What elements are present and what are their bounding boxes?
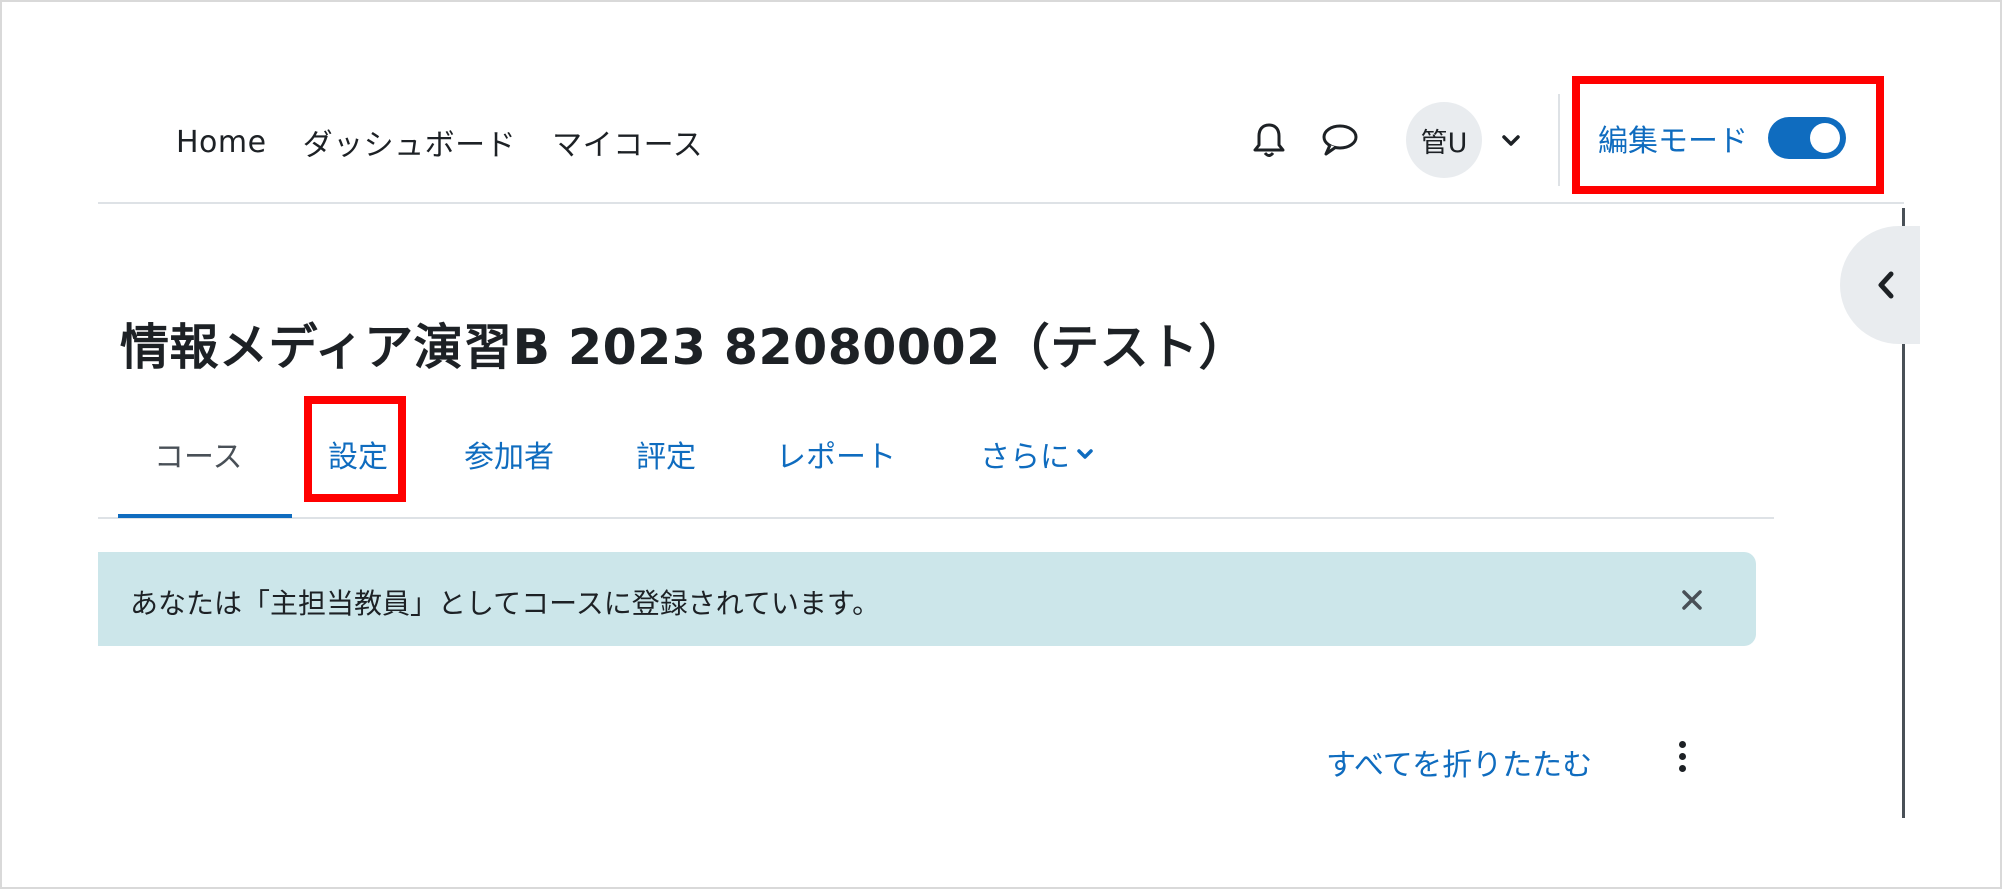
tab-more-label: さらに: [980, 440, 1070, 475]
enrolment-info-alert: あなたは「主担当教員」としてコースに登録されています。: [98, 552, 1756, 646]
nav-home-link[interactable]: Home: [176, 125, 267, 160]
user-menu-chevron-down-icon[interactable]: [1496, 126, 1526, 156]
chevron-down-icon: [1077, 449, 1093, 459]
toggle-knob: [1810, 123, 1840, 153]
messages-chat-icon[interactable]: [1316, 116, 1364, 164]
navbar-divider: [1558, 94, 1560, 186]
page-title: 情報メディア演習B 2023 82080002（テスト）: [120, 319, 1249, 376]
edit-mode-label: 編集モード: [1598, 124, 1748, 159]
tab-settings[interactable]: 設定: [328, 432, 388, 476]
kebab-dot: [1678, 740, 1686, 748]
page-frame: Home ダッシュボード マイコース 管U 編集モード 情報メディア演習B 20…: [0, 0, 2002, 889]
more-options-kebab-icon[interactable]: [1666, 734, 1698, 778]
kebab-dot: [1678, 752, 1686, 760]
edit-mode-switch[interactable]: 編集モード: [1598, 116, 1846, 160]
user-avatar[interactable]: 管U: [1406, 102, 1482, 178]
kebab-dot: [1678, 764, 1686, 772]
tab-course[interactable]: コース: [154, 432, 243, 476]
user-avatar-initials: 管U: [1420, 127, 1468, 159]
chevron-left-icon: [1878, 271, 1894, 299]
nav-my-courses-link[interactable]: マイコース: [552, 120, 703, 164]
notifications-bell-icon[interactable]: [1245, 116, 1293, 164]
tab-more[interactable]: さらに: [980, 432, 1094, 476]
active-tab-indicator: [118, 514, 292, 518]
tab-participants[interactable]: 参加者: [464, 432, 554, 476]
alert-message: あなたは「主担当教員」としてコースに登録されています。: [130, 587, 881, 620]
primary-navigation: Home ダッシュボード マイコース: [176, 120, 703, 164]
navbar-bottom-border: [98, 202, 1904, 204]
open-block-drawer-button[interactable]: [1840, 226, 1920, 344]
collapse-all-link[interactable]: すべてを折りたたむ: [1326, 740, 1592, 784]
edit-mode-toggle[interactable]: [1768, 117, 1846, 159]
nav-dashboard-link[interactable]: ダッシュボード: [303, 120, 517, 164]
tabs-bottom-border: [98, 517, 1774, 519]
close-icon[interactable]: [1672, 580, 1712, 620]
tab-grades[interactable]: 評定: [636, 432, 696, 476]
tab-reports[interactable]: レポート: [776, 432, 896, 476]
